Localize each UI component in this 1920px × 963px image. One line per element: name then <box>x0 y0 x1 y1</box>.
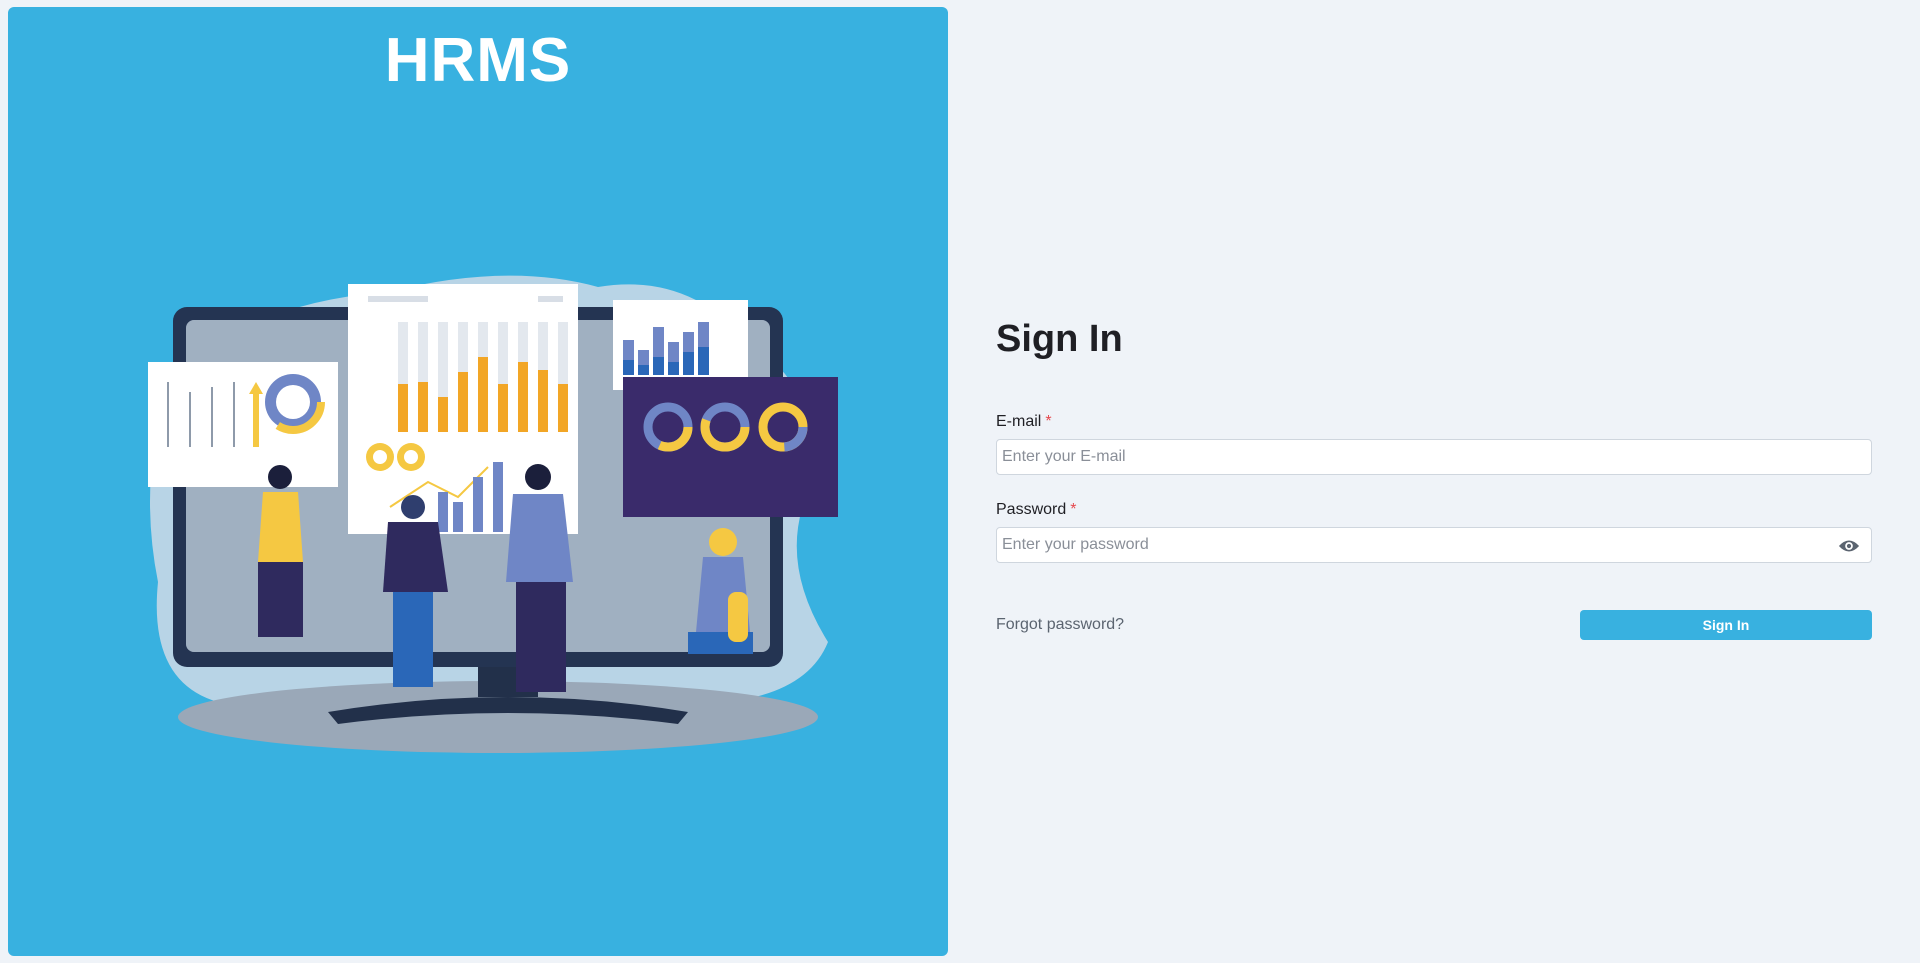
required-mark: * <box>1045 413 1052 430</box>
analytics-team-illustration <box>148 275 838 753</box>
sign-in-button[interactable]: Sign In <box>1580 610 1872 640</box>
page-title: Sign In <box>996 318 1123 360</box>
sign-in-panel: Sign In E-mail* Password* Forgot passwor… <box>996 0 1872 963</box>
password-label-text: Password <box>996 501 1067 518</box>
brand-panel: HRMS <box>8 7 948 956</box>
password-field[interactable] <box>996 527 1872 563</box>
email-field[interactable] <box>996 439 1872 475</box>
forgot-password-link[interactable]: Forgot password? <box>996 616 1124 634</box>
email-label-text: E-mail <box>996 413 1042 430</box>
email-label: E-mail * <box>996 413 1052 431</box>
brand-title: HRMS <box>384 26 572 95</box>
password-label: Password * <box>996 501 1076 519</box>
required-mark: * <box>1070 501 1077 518</box>
eye-icon[interactable] <box>1838 537 1860 555</box>
